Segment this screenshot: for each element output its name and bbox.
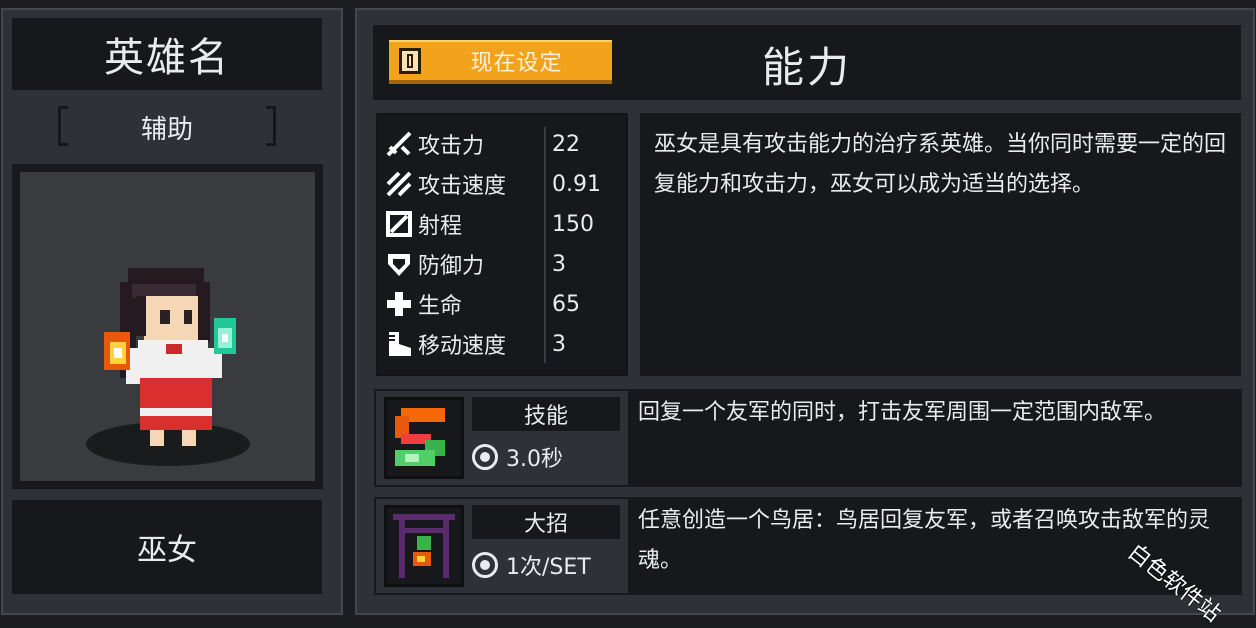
shrine-maiden-sprite bbox=[86, 268, 250, 466]
stat-row: 攻击力 22 bbox=[378, 125, 628, 163]
stat-name: 移动速度 bbox=[418, 334, 507, 359]
stat-value: 22 bbox=[552, 131, 580, 157]
stat-value: 150 bbox=[552, 211, 594, 237]
hero-description: 巫女是具有攻击能力的治疗系英雄。当你同时需要一定的回复能力和攻击力，巫女可以成为… bbox=[640, 113, 1241, 376]
shield-icon bbox=[384, 249, 414, 279]
stat-row: 防御力 3 bbox=[378, 245, 628, 283]
abilities-title: 能力 bbox=[761, 42, 852, 92]
skill-description: 回复一个友军的同时，打击友军周围一定范围内敌军。 bbox=[628, 391, 1240, 485]
ultimate-row: 大招 1次/SET 任意创造一个鸟居：鸟居回复友军，或者召唤攻击敌军的灵魂。 bbox=[374, 497, 1242, 595]
cooldown-icon bbox=[472, 444, 498, 470]
stat-row: 移动速度 3 bbox=[378, 325, 628, 363]
stat-value: 3 bbox=[552, 251, 566, 277]
cooldown-icon bbox=[472, 552, 498, 578]
stats-table: 攻击力 22 攻击速度 0.91 射程 150 防御力 3 生命 65 移动速度 bbox=[376, 113, 628, 376]
stat-value: 3 bbox=[552, 331, 566, 357]
skill-cooldown-value: 3.0秒 bbox=[506, 447, 563, 472]
range-icon bbox=[384, 209, 414, 239]
boot-icon bbox=[384, 329, 414, 359]
right-bracket bbox=[266, 106, 276, 146]
set-now-label: 现在设定 bbox=[470, 51, 563, 76]
ultimate-cooldown-value: 1次/SET bbox=[506, 555, 591, 580]
stat-value: 0.91 bbox=[552, 171, 601, 197]
stat-name: 防御力 bbox=[418, 254, 485, 279]
torii-icon bbox=[384, 505, 464, 587]
ultimate-cooldown: 1次/SET bbox=[472, 545, 620, 585]
attack-speed-icon bbox=[384, 169, 414, 199]
hero-class-name: 巫女 bbox=[12, 500, 322, 594]
card-icon bbox=[399, 48, 421, 74]
set-now-button[interactable]: 现在设定 bbox=[389, 40, 612, 84]
stat-name: 攻击速度 bbox=[418, 174, 507, 199]
skill-label: 技能 bbox=[472, 397, 620, 431]
skill-cooldown: 3.0秒 bbox=[472, 437, 620, 477]
skill-row: 技能 3.0秒 回复一个友军的同时，打击友军周围一定范围内敌军。 bbox=[374, 389, 1242, 487]
stat-name: 生命 bbox=[418, 294, 463, 319]
portrait-background bbox=[20, 172, 315, 481]
hero-portrait bbox=[12, 164, 323, 489]
hero-name-title: 英雄名 bbox=[12, 18, 322, 90]
stat-row: 射程 150 bbox=[378, 205, 628, 243]
health-cross-icon bbox=[384, 289, 414, 319]
sword-icon bbox=[384, 129, 414, 159]
role-row: 辅助 bbox=[56, 106, 278, 150]
skill-icon bbox=[384, 397, 464, 479]
stat-row: 攻击速度 0.91 bbox=[378, 165, 628, 203]
stat-value: 65 bbox=[552, 291, 580, 317]
stat-row: 生命 65 bbox=[378, 285, 628, 323]
stat-name: 攻击力 bbox=[418, 134, 485, 159]
stat-name: 射程 bbox=[418, 214, 463, 239]
ultimate-label: 大招 bbox=[472, 505, 620, 539]
role-label: 辅助 bbox=[140, 114, 193, 145]
